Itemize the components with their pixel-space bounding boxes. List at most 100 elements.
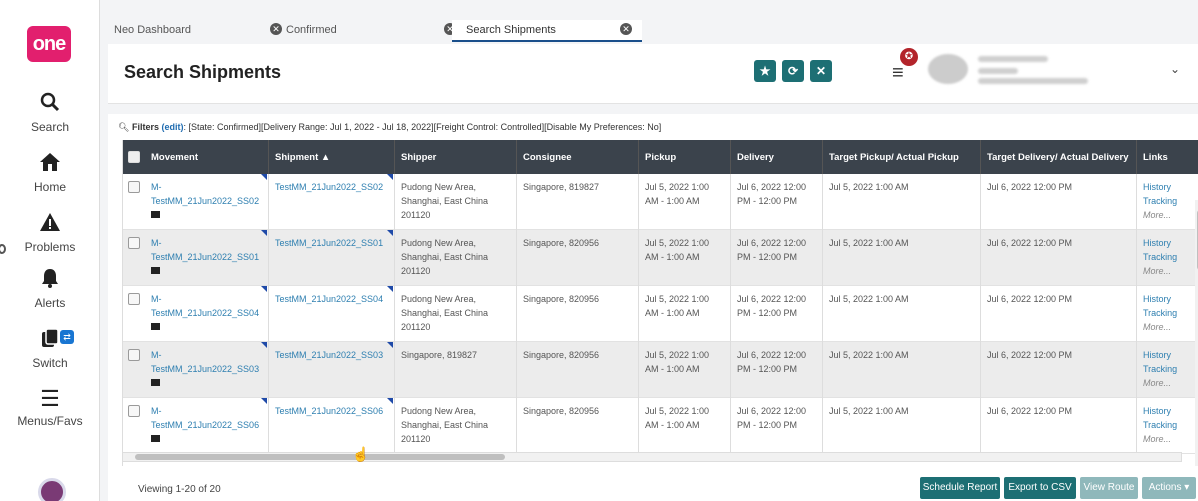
row-checkbox[interactable] <box>128 405 140 417</box>
target_pickup-text: Jul 5, 2022 1:00 AM <box>829 350 909 360</box>
cell-movement[interactable]: M-TestMM_21Jun2022_SS03 <box>145 342 269 398</box>
close-icon[interactable]: ✕ <box>810 60 832 82</box>
movement-text[interactable]: M-TestMM_21Jun2022_SS06 <box>151 406 259 430</box>
shipment-text[interactable]: TestMM_21Jun2022_SS06 <box>275 406 383 416</box>
column-header-delivery[interactable]: Delivery <box>731 140 823 174</box>
notifications-menu-icon[interactable]: ≡ <box>892 62 904 85</box>
cell-links[interactable]: History Tracking More... <box>1137 174 1198 230</box>
table-row[interactable]: M-TestMM_21Jun2022_SS02 TestMM_21Jun2022_… <box>123 174 1198 230</box>
movement-text[interactable]: M-TestMM_21Jun2022_SS01 <box>151 238 259 262</box>
export-csv-button[interactable]: Export to CSV <box>1004 477 1076 499</box>
route-map-icon[interactable] <box>151 435 160 442</box>
user-avatar[interactable] <box>928 54 968 84</box>
movement-text[interactable]: M-TestMM_21Jun2022_SS03 <box>151 350 259 374</box>
table-row[interactable]: M-TestMM_21Jun2022_SS01 TestMM_21Jun2022_… <box>123 230 1198 286</box>
actions-button[interactable]: Actions ▾ <box>1142 477 1196 499</box>
cell-links[interactable]: History Tracking More... <box>1137 342 1198 398</box>
target_delivery-text: Jul 6, 2022 12:00 PM <box>987 182 1073 192</box>
cell-shipment[interactable]: TestMM_21Jun2022_SS02 <box>269 174 395 230</box>
cell-movement[interactable]: M-TestMM_21Jun2022_SS02 <box>145 174 269 230</box>
refresh-icon[interactable]: ⟳ <box>782 60 804 82</box>
shipper-text: Singapore, 819827 <box>401 350 478 360</box>
link-tracking[interactable]: Tracking <box>1143 306 1192 320</box>
link-tracking[interactable]: Tracking <box>1143 418 1192 432</box>
sidebar-item-search[interactable]: Search <box>0 92 100 134</box>
row-checkbox[interactable] <box>128 349 140 361</box>
table-row[interactable]: M-TestMM_21Jun2022_SS04 TestMM_21Jun2022_… <box>123 286 1198 342</box>
tab-confirmed[interactable]: Confirmed ✕ <box>272 20 456 42</box>
cell-movement[interactable]: M-TestMM_21Jun2022_SS04 <box>145 286 269 342</box>
cell-links[interactable]: History Tracking More... <box>1137 230 1198 286</box>
movement-text[interactable]: M-TestMM_21Jun2022_SS02 <box>151 182 259 206</box>
link-history[interactable]: History <box>1143 292 1192 306</box>
cell-shipment[interactable]: TestMM_21Jun2022_SS03 <box>269 342 395 398</box>
shipment-text[interactable]: TestMM_21Jun2022_SS02 <box>275 182 383 192</box>
shipment-text[interactable]: TestMM_21Jun2022_SS01 <box>275 238 383 248</box>
one-logo[interactable]: one <box>27 26 71 62</box>
link-more[interactable]: More... <box>1143 432 1192 446</box>
route-map-icon[interactable] <box>151 379 160 386</box>
column-header-target-pickup[interactable]: Target Pickup/ Actual Pickup <box>823 140 981 174</box>
cell-shipment[interactable]: TestMM_21Jun2022_SS04 <box>269 286 395 342</box>
schedule-report-button[interactable]: Schedule Report <box>920 477 1000 499</box>
tab-neo-dashboard[interactable]: Neo Dashboard ✕ <box>100 20 282 42</box>
row-checkbox[interactable] <box>128 237 140 249</box>
filters-edit-link[interactable]: (edit) <box>161 122 183 132</box>
cell-links[interactable]: History Tracking More... <box>1137 286 1198 342</box>
select-all-checkbox[interactable] <box>128 151 140 163</box>
avatar[interactable] <box>38 478 66 501</box>
route-map-icon[interactable] <box>151 211 160 218</box>
sidebar-item-menus-favs[interactable]: ☰ Menus/Favs <box>0 386 100 428</box>
horizontal-scrollbar[interactable] <box>122 452 1182 462</box>
column-header-movement[interactable]: Movement <box>145 140 269 174</box>
link-more[interactable]: More... <box>1143 320 1192 334</box>
table-row[interactable]: M-TestMM_21Jun2022_SS03 TestMM_21Jun2022_… <box>123 342 1198 398</box>
close-icon[interactable]: ✕ <box>620 23 632 35</box>
sidebar-item-alerts[interactable]: Alerts <box>0 268 100 310</box>
link-tracking[interactable]: Tracking <box>1143 362 1192 376</box>
cell-corner-marker <box>261 398 267 404</box>
link-history[interactable]: History <box>1143 236 1192 250</box>
link-history[interactable]: History <box>1143 348 1192 362</box>
cell-shipment[interactable]: TestMM_21Jun2022_SS01 <box>269 230 395 286</box>
row-checkbox[interactable] <box>128 293 140 305</box>
sidebar-item-home[interactable]: Home <box>0 152 100 194</box>
shipment-text[interactable]: TestMM_21Jun2022_SS03 <box>275 350 383 360</box>
link-tracking[interactable]: Tracking <box>1143 194 1192 208</box>
tab-search-shipments[interactable]: Search Shipments ✕ <box>452 20 642 42</box>
sidebar-item-label: Problems <box>24 240 76 254</box>
consignee-text: Singapore, 820956 <box>523 238 600 248</box>
column-header-target-delivery[interactable]: Target Delivery/ Actual Delivery <box>981 140 1137 174</box>
delivery-text: Jul 6, 2022 12:00 PM - 12:00 PM <box>737 182 807 206</box>
sidebar-item-problems[interactable]: Problems <box>0 212 100 254</box>
cell-movement[interactable]: M-TestMM_21Jun2022_SS01 <box>145 230 269 286</box>
route-map-icon[interactable] <box>151 267 160 274</box>
cell-movement[interactable]: M-TestMM_21Jun2022_SS06 <box>145 398 269 454</box>
cell-shipper: Pudong New Area, Shanghai, East China 20… <box>395 398 517 454</box>
scroll-thumb[interactable] <box>135 454 505 460</box>
movement-text[interactable]: M-TestMM_21Jun2022_SS04 <box>151 294 259 318</box>
table-row[interactable]: M-TestMM_21Jun2022_SS06 TestMM_21Jun2022_… <box>123 398 1198 454</box>
route-map-icon[interactable] <box>151 323 160 330</box>
cell-corner-marker <box>261 174 267 180</box>
sidebar-item-switch[interactable]: ⇄ Switch <box>0 328 100 370</box>
link-tracking[interactable]: Tracking <box>1143 250 1192 264</box>
column-header-links[interactable]: Links <box>1137 140 1198 174</box>
chevron-down-icon[interactable]: ⌄ <box>1170 62 1180 76</box>
cell-links[interactable]: History Tracking More... <box>1137 398 1198 454</box>
link-more[interactable]: More... <box>1143 264 1192 278</box>
cell-shipment[interactable]: TestMM_21Jun2022_SS06 <box>269 398 395 454</box>
row-checkbox[interactable] <box>128 181 140 193</box>
link-more[interactable]: More... <box>1143 208 1192 222</box>
column-header-consignee[interactable]: Consignee <box>517 140 639 174</box>
link-more[interactable]: More... <box>1143 376 1192 390</box>
cell-target-pickup: Jul 5, 2022 1:00 AM <box>823 342 981 398</box>
view-route-button[interactable]: View Route <box>1080 477 1138 499</box>
link-history[interactable]: History <box>1143 180 1192 194</box>
star-icon[interactable]: ★ <box>754 60 776 82</box>
column-header-pickup[interactable]: Pickup <box>639 140 731 174</box>
link-history[interactable]: History <box>1143 404 1192 418</box>
column-header-shipper[interactable]: Shipper <box>395 140 517 174</box>
column-header-shipment[interactable]: Shipment ▲ <box>269 140 395 174</box>
shipment-text[interactable]: TestMM_21Jun2022_SS04 <box>275 294 383 304</box>
